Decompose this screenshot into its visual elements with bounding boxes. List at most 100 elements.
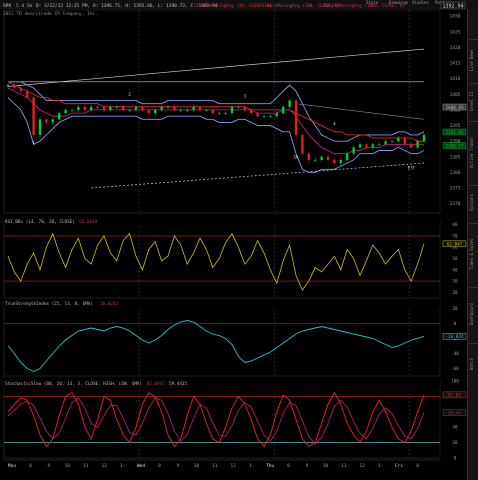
stoch-d-line — [7, 397, 425, 445]
copyright-text: 2012 TD Ameritrade IP Company, Inc. — [3, 11, 98, 17]
stoch-badge: 82.09 — [448, 393, 461, 399]
candle-body — [237, 106, 240, 108]
candle-body — [346, 153, 349, 160]
x-axis-tick: 1: — [249, 463, 254, 469]
price-axis-label: 1410 — [450, 76, 461, 82]
trendline — [295, 103, 425, 120]
price-axis-label: 1380 — [450, 170, 461, 176]
trendline — [7, 48, 425, 87]
toolbar-drawings: Drawings — [389, 0, 409, 5]
tsi-value: -16.8243 — [97, 301, 118, 307]
tsi-title: TrueStrengthIndex (25, 13, 8, EMA) — [5, 301, 93, 307]
candle-body — [224, 113, 227, 114]
candle-body — [301, 134, 304, 154]
candle-body — [64, 109, 67, 114]
price-axis-label: 1375 — [450, 186, 461, 192]
x-axis-tick: 1: — [120, 463, 125, 469]
stoch-axis-label: 20 — [452, 440, 458, 446]
price-marker: 3 — [244, 93, 247, 98]
candle-body — [90, 106, 93, 110]
candle-body — [166, 106, 170, 108]
candle-body — [26, 91, 29, 98]
rsi-axis-label: 80 — [452, 222, 458, 228]
candle-body — [384, 141, 387, 145]
sidebar-tab-times-sales[interactable]: Times & Sales — [469, 223, 478, 284]
sidebar-tab-active-trader[interactable]: Active Trader — [469, 121, 478, 182]
study-a-label: SimpleMovingAvg (20, CLOSE, 0) — [196, 3, 272, 8]
price-marker: 4 — [333, 122, 336, 127]
candle-body — [416, 141, 419, 148]
candle-body — [77, 106, 80, 110]
x-axis-tick: Mon — [8, 463, 16, 469]
tsi-axis-label: -40 — [451, 351, 459, 357]
candle-body — [70, 109, 74, 111]
panel-frame-price — [3, 9, 441, 214]
x-axis-tick: 10 — [65, 463, 71, 469]
bar-info: D: 3/22/12 12:35 PM, O: 1396.75, H: 1392… — [36, 3, 218, 9]
candle-body — [32, 97, 35, 135]
panel-frame-rsi — [3, 218, 441, 299]
tsi-axis-label: -60 — [451, 366, 459, 372]
candle-body — [198, 106, 202, 110]
candle-body — [230, 106, 234, 114]
candle-body — [211, 109, 214, 114]
price-axis-label: 1385 — [450, 154, 461, 160]
price-axis-label: 1420 — [450, 45, 461, 51]
candle-body — [109, 106, 112, 110]
price-axis-label: 1370 — [450, 201, 461, 207]
candle-body — [365, 144, 368, 148]
sidebar-tab-options[interactable]: Options — [469, 185, 478, 220]
candle-body — [173, 106, 176, 110]
candle-body — [154, 109, 157, 114]
x-axis-tick: 11 — [341, 463, 347, 469]
candle-body — [51, 119, 54, 123]
candle-body — [13, 84, 16, 89]
panel-frame-stoch — [3, 380, 441, 459]
rsi-value: 62.8419 — [79, 219, 98, 225]
rsi-axis-label: 50 — [452, 256, 458, 262]
candle-body — [147, 109, 150, 114]
candle-body — [186, 109, 189, 111]
price-axis-label: 1425 — [450, 29, 461, 35]
candle-body — [250, 109, 253, 114]
x-axis-tick: 12 — [231, 463, 237, 469]
candle-body — [218, 113, 221, 114]
panel-frame-tsi — [3, 300, 441, 377]
candle-body — [19, 88, 22, 92]
sidebar-tab-live-news[interactable]: Live News — [469, 39, 478, 80]
stoch-value: 59.4435 — [169, 381, 188, 387]
stoch-axis-label: 0 — [454, 456, 457, 462]
price-marker: 1 — [32, 140, 35, 145]
candle-body — [397, 138, 400, 142]
price-axis-label: 1395 — [450, 123, 461, 129]
candle-body — [141, 106, 144, 110]
price-marker: 16 — [294, 154, 299, 159]
price-axis-label: 1430 — [450, 14, 461, 20]
sidebar-tab-dashboard[interactable]: Dashboard — [469, 287, 478, 340]
candle-body — [358, 144, 362, 148]
price-marker: 2 — [128, 92, 131, 97]
sidebar-tab-watch[interactable]: Watch — [469, 343, 478, 384]
candle-body — [269, 116, 272, 117]
chart-window: RSI_BBs (14, 70, 30, CLOSE) 62.8419 TrueS… — [0, 0, 478, 480]
candle-body — [102, 106, 106, 110]
toolbar-style: Style — [366, 0, 379, 5]
candle-body — [339, 159, 342, 164]
candle-body — [115, 106, 118, 108]
symbol-label: SPX — [3, 3, 11, 9]
chart-canvas[interactable]: RSI_BBs (14, 70, 30, CLOSE) 62.8419 TrueS… — [0, 0, 478, 480]
stoch-value: 82.0947 — [147, 381, 166, 387]
rsi-axis-label: 30 — [452, 279, 458, 285]
rsi-axis-label: 70 — [452, 233, 458, 239]
candle-body — [96, 106, 99, 108]
x-axis-tick: Wed — [137, 463, 145, 469]
price-tag-label: 1389.57 — [445, 143, 464, 149]
candle-body — [58, 113, 61, 120]
rsi-title: RSI_BBs (14, 70, 30, CLOSE) — [5, 219, 75, 225]
rsi-axis-label: 20 — [452, 290, 458, 296]
candle-body — [134, 106, 138, 110]
sidebar-tab-level-ii[interactable]: Level II — [469, 83, 478, 118]
stoch-title: StochasticSlow (80, 20, 14, 3, CLOSE, HI… — [5, 381, 142, 387]
price-tag-label: 1392.94 — [445, 130, 464, 136]
x-axis-tick: 8 — [416, 463, 419, 469]
